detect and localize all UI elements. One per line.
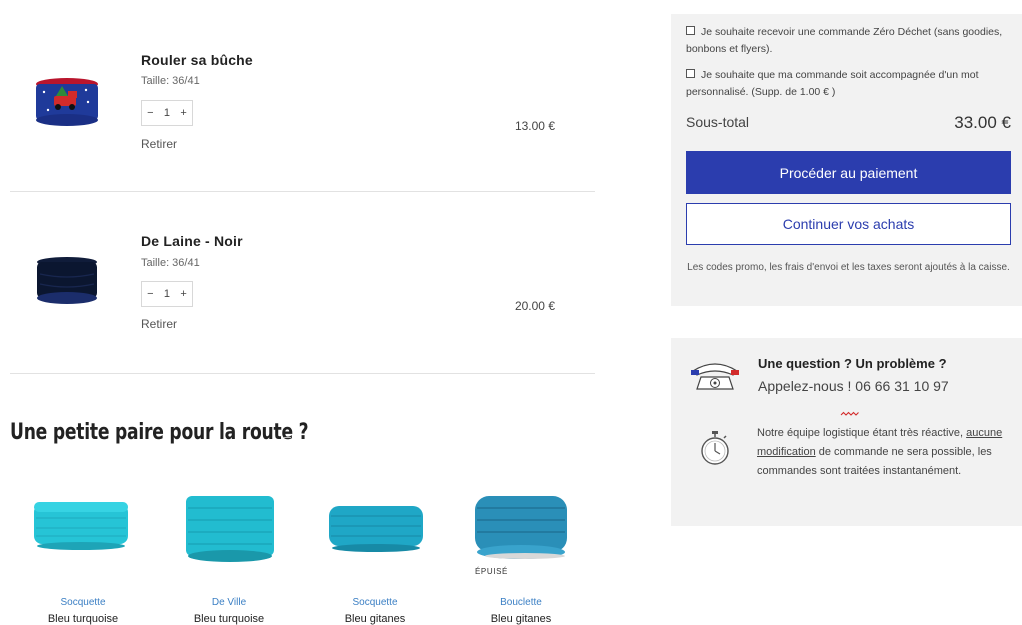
product-category[interactable]: De Ville	[174, 597, 284, 608]
remove-link[interactable]: Retirer	[141, 137, 177, 151]
subtotal-value: 33.00 €	[954, 113, 1011, 132]
help-title: Une question ? Un problème ?	[758, 356, 947, 371]
subtotal-label: Sous-total	[686, 114, 750, 130]
product-image[interactable]	[30, 488, 130, 560]
item-price: 13.00 €	[514, 119, 555, 133]
item-title[interactable]: Rouler sa bûche	[141, 52, 253, 68]
divider	[10, 373, 595, 374]
stopwatch-icon	[701, 431, 729, 465]
item-size: Taille: 36/41	[141, 257, 200, 269]
product-category[interactable]: Socquette	[28, 597, 138, 608]
personal-message-label[interactable]: Je souhaite que ma commande soit accompa…	[686, 69, 979, 98]
product-name[interactable]: Bleu gitanes	[320, 613, 430, 625]
zero-waste-checkbox[interactable]	[686, 26, 695, 35]
item-title[interactable]: De Laine - Noir	[141, 233, 243, 249]
telephone-icon	[691, 363, 739, 390]
product-thumbnail[interactable]	[28, 72, 106, 132]
personal-message-checkbox[interactable]	[686, 69, 695, 78]
zero-waste-option[interactable]: Je souhaite recevoir une commande Zéro D…	[686, 24, 1008, 57]
product-image[interactable]	[325, 488, 425, 560]
product-name[interactable]: Bleu turquoise	[174, 613, 284, 625]
title-dash	[283, 437, 291, 438]
product-name[interactable]: Bleu gitanes	[466, 613, 576, 625]
product-image[interactable]	[471, 490, 571, 562]
quantity-stepper: − 1 +	[141, 281, 193, 307]
help-text-intro: Notre équipe logistique étant très réact…	[757, 427, 964, 439]
item-size: Taille: 36/41	[141, 75, 200, 87]
product-thumbnail[interactable]	[28, 252, 106, 312]
product-category[interactable]: Bouclette	[466, 597, 576, 608]
continue-shopping-button[interactable]: Continuer vos achats	[686, 203, 1011, 245]
increase-button[interactable]: +	[180, 107, 186, 119]
quantity-stepper: − 1 +	[141, 100, 193, 126]
section-title: Une petite paire pour la route ?	[10, 420, 309, 445]
decrease-button[interactable]: −	[147, 288, 153, 300]
help-phone[interactable]: Appelez-nous ! 06 66 31 10 97	[758, 378, 949, 394]
quantity-value[interactable]: 1	[164, 288, 170, 300]
zero-waste-label[interactable]: Je souhaite recevoir une commande Zéro D…	[686, 26, 1002, 55]
item-price: 20.00 €	[514, 299, 555, 313]
decrease-button[interactable]: −	[147, 107, 153, 119]
increase-button[interactable]: +	[180, 288, 186, 300]
product-category[interactable]: Socquette	[320, 597, 430, 608]
divider	[10, 191, 595, 192]
personal-message-option[interactable]: Je souhaite que ma commande soit accompa…	[686, 67, 1008, 100]
squiggle-icon	[840, 411, 859, 416]
product-image[interactable]	[180, 492, 280, 564]
quantity-value[interactable]: 1	[164, 107, 170, 119]
product-name[interactable]: Bleu turquoise	[28, 613, 138, 625]
help-text: Notre équipe logistique étant très réact…	[757, 424, 1007, 481]
checkout-note: Les codes promo, les frais d'envoi et le…	[687, 262, 1010, 273]
sold-out-badge: ÉPUISÉ	[475, 567, 508, 576]
remove-link[interactable]: Retirer	[141, 317, 177, 331]
checkout-button[interactable]: Procéder au paiement	[686, 151, 1011, 194]
